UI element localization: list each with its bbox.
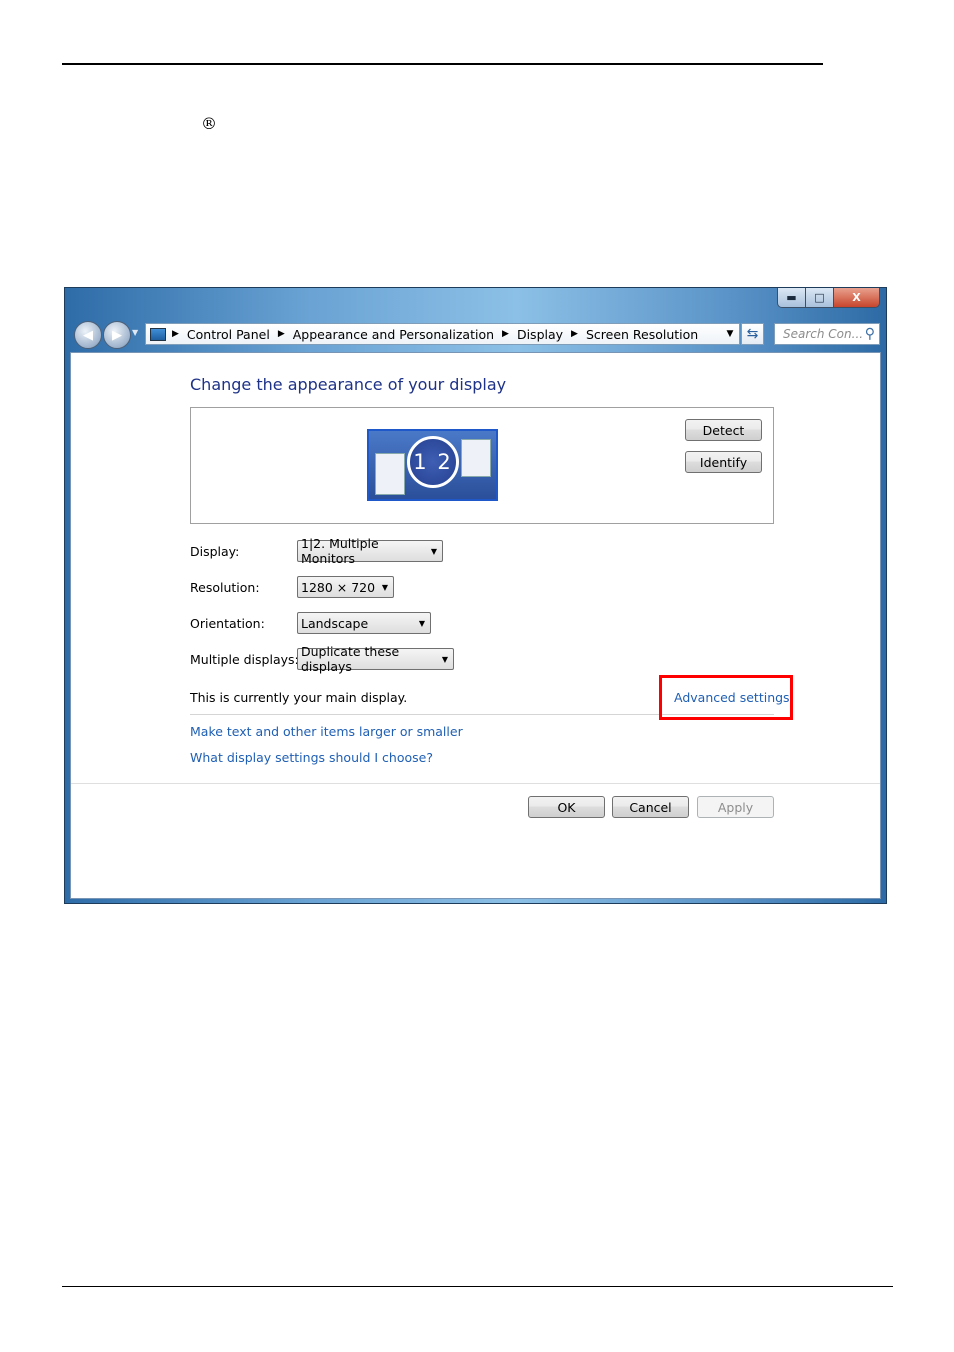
identify-button[interactable]: Identify	[685, 451, 762, 473]
monitor-preview[interactable]: 1 2	[367, 429, 498, 501]
apply-button[interactable]: Apply	[697, 796, 774, 818]
refresh-icon: ⇆	[746, 326, 759, 342]
breadcrumb-separator-icon: ▶	[502, 329, 509, 339]
text-size-link[interactable]: Make text and other items larger or smal…	[190, 724, 463, 739]
display-select-value: 1|2. Multiple Monitors	[301, 536, 379, 566]
footer-divider	[71, 783, 880, 784]
ok-button[interactable]: OK	[528, 796, 605, 818]
top-rule	[62, 63, 823, 65]
screen-resolution-window: ▬ □ X ◀ ▶ ▼ ▶ Control Panel ▶ Appearance…	[64, 287, 887, 904]
breadcrumb-screen-resolution[interactable]: Screen Resolution	[586, 327, 698, 342]
detect-button[interactable]: Detect	[685, 419, 762, 441]
main-display-text: This is currently your main display.	[190, 690, 408, 705]
display-settings-help-link[interactable]: What display settings should I choose?	[190, 750, 433, 765]
multiple-displays-select-value: Duplicate these displays	[301, 644, 400, 674]
registered-mark: ®	[201, 114, 217, 133]
bottom-rule	[62, 1286, 893, 1287]
dropdown-arrow-icon: ▼	[430, 546, 437, 556]
breadcrumb-display[interactable]: Display	[517, 327, 563, 342]
history-chevron-down-icon[interactable]: ▼	[132, 328, 138, 337]
monitor-thumbnail-left	[375, 453, 405, 495]
dropdown-arrow-icon: ▼	[381, 582, 388, 592]
close-button[interactable]: X	[834, 288, 879, 307]
resolution-select-value: 1280 × 720	[301, 579, 376, 595]
monitor-number-badge: 1 2	[407, 436, 459, 488]
search-placeholder: Search Con...	[783, 327, 864, 341]
arrow-right-icon: ▶	[112, 327, 122, 343]
minimize-button[interactable]: ▬	[778, 288, 806, 307]
address-dropdown-icon[interactable]: ▼	[721, 329, 739, 339]
page-title: Change the appearance of your display	[190, 375, 507, 394]
monitor-thumbnail-right	[461, 439, 491, 477]
control-panel-icon	[150, 327, 166, 341]
search-input[interactable]: Search Con... ⚲	[774, 323, 880, 345]
monitor-preview-area: 1 2 Detect Identify	[190, 407, 774, 524]
resolution-select[interactable]: 1280 × 720 ▼	[297, 576, 394, 598]
orientation-select-value: Landscape	[301, 615, 369, 631]
orientation-select[interactable]: Landscape ▼	[297, 612, 431, 634]
arrow-left-icon: ◀	[83, 327, 93, 343]
cancel-button[interactable]: Cancel	[612, 796, 689, 818]
breadcrumb-appearance[interactable]: Appearance and Personalization	[293, 327, 494, 342]
caption-buttons: ▬ □ X	[777, 288, 880, 308]
resolution-label: Resolution:	[190, 580, 260, 595]
back-button[interactable]: ◀	[74, 321, 102, 349]
maximize-button[interactable]: □	[806, 288, 834, 307]
breadcrumb-separator-icon: ▶	[172, 329, 179, 339]
breadcrumb-separator-icon: ▶	[571, 329, 578, 339]
dropdown-arrow-icon: ▼	[418, 618, 425, 628]
breadcrumb-control-panel[interactable]: Control Panel	[187, 327, 270, 342]
dropdown-arrow-icon: ▼	[441, 654, 448, 664]
search-icon[interactable]: ⚲	[865, 326, 875, 342]
orientation-label: Orientation:	[190, 616, 265, 631]
refresh-button[interactable]: ⇆	[741, 323, 764, 345]
content-pane: Change the appearance of your display 1 …	[70, 352, 881, 899]
display-select[interactable]: 1|2. Multiple Monitors ▼	[297, 536, 443, 566]
address-bar[interactable]: ▶ Control Panel ▶ Appearance and Persona…	[145, 323, 740, 345]
multiple-displays-label: Multiple displays:	[190, 652, 299, 667]
multiple-displays-select[interactable]: Duplicate these displays ▼	[297, 644, 454, 674]
breadcrumb-separator-icon: ▶	[277, 329, 285, 339]
display-label: Display:	[190, 544, 240, 559]
forward-button[interactable]: ▶	[103, 321, 131, 349]
advanced-settings-highlight-box	[659, 675, 793, 720]
